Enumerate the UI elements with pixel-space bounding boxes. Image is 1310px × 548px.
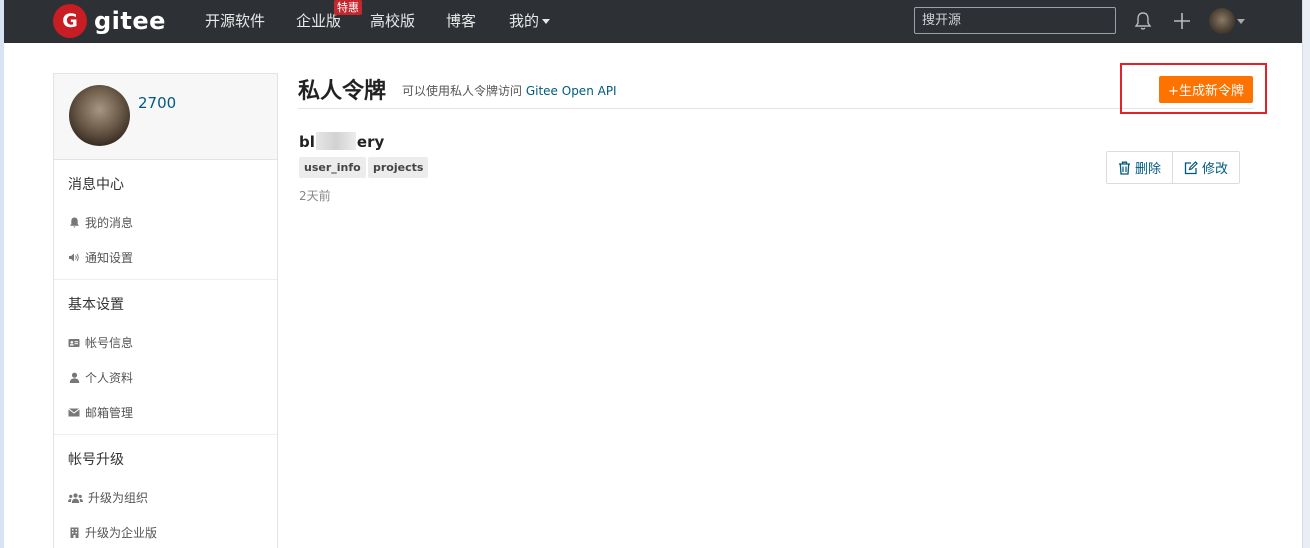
redacted-block xyxy=(315,132,356,150)
profile-card: 2700 xyxy=(54,74,277,160)
envelope-icon xyxy=(68,407,80,419)
section-message-center: 消息中心 我的消息 通知设置 xyxy=(54,160,277,280)
sidebar-item-upgrade-enterprise[interactable]: 升级为企业版 xyxy=(54,515,277,548)
top-navbar: G gitee 开源软件 企业版 特惠 高校版 博客 我的 xyxy=(4,0,1302,43)
settings-sidebar: 2700 消息中心 我的消息 通知设置 基本设置 帐号信息 个人资料 邮箱管理 … xyxy=(53,73,278,548)
logo-text: gitee xyxy=(94,7,166,35)
sidebar-item-account-info[interactable]: 帐号信息 xyxy=(54,325,277,360)
window-left-edge xyxy=(0,0,4,548)
id-card-icon xyxy=(68,337,80,349)
logo-mark-icon: G xyxy=(53,4,87,38)
generate-token-button[interactable]: +生成新令牌 xyxy=(1159,76,1253,103)
delete-button[interactable]: 删除 xyxy=(1107,152,1173,183)
sidebar-item-label: 通知设置 xyxy=(85,251,134,265)
user-avatar[interactable] xyxy=(1209,8,1235,34)
token-name-end: ery xyxy=(356,133,385,151)
subtitle-text: 可以使用私人令牌访问 xyxy=(402,84,526,98)
edit-label: 修改 xyxy=(1202,162,1229,177)
edit-icon xyxy=(1184,160,1198,175)
sidebar-item-label: 个人资料 xyxy=(85,371,134,385)
sidebar-item-label: 升级为企业版 xyxy=(85,526,158,540)
token-actions: 删除 修改 xyxy=(1106,151,1241,184)
open-api-link[interactable]: Gitee Open API xyxy=(526,84,617,98)
building-icon xyxy=(68,527,80,539)
scope-tag: user_info xyxy=(299,157,366,178)
sidebar-item-email-management[interactable]: 邮箱管理 xyxy=(54,395,277,430)
delete-label: 删除 xyxy=(1135,162,1162,177)
sidebar-item-label: 邮箱管理 xyxy=(85,406,134,420)
page-title: 私人令牌 xyxy=(298,79,387,104)
profile-avatar[interactable] xyxy=(69,85,130,146)
users-icon xyxy=(68,492,83,504)
sidebar-item-profile[interactable]: 个人资料 xyxy=(54,360,277,395)
sidebar-item-label: 升级为组织 xyxy=(88,491,149,505)
sidebar-item-upgrade-organization[interactable]: 升级为组织 xyxy=(54,480,277,515)
section-title: 基本设置 xyxy=(68,297,124,313)
scope-tag: projects xyxy=(368,157,429,178)
section-account-upgrade: 帐号升级 升级为组织 升级为企业版 xyxy=(54,435,277,548)
user-icon xyxy=(68,372,80,384)
sidebar-item-my-messages[interactable]: 我的消息 xyxy=(54,205,277,240)
section-title: 消息中心 xyxy=(68,177,124,193)
bell-icon[interactable] xyxy=(1132,10,1154,32)
promo-badge: 特惠 xyxy=(334,0,362,15)
sidebar-item-label: 帐号信息 xyxy=(85,336,134,350)
title-divider xyxy=(298,108,1253,109)
search-input[interactable] xyxy=(914,7,1116,34)
nav-mine[interactable]: 我的 xyxy=(509,11,551,31)
nav-blog[interactable]: 博客 xyxy=(446,11,476,31)
token-created-time: 2天前 xyxy=(299,189,331,203)
gitee-logo[interactable]: G gitee xyxy=(53,4,166,38)
edit-button[interactable]: 修改 xyxy=(1172,152,1240,183)
sidebar-item-notification-settings[interactable]: 通知设置 xyxy=(54,240,277,275)
page-subtitle: 可以使用私人令牌访问 Gitee Open API xyxy=(402,82,617,99)
bell-icon xyxy=(68,217,80,229)
nav-university[interactable]: 高校版 xyxy=(370,11,415,31)
plus-icon[interactable] xyxy=(1171,10,1193,32)
sidebar-item-label: 我的消息 xyxy=(85,216,134,230)
profile-username[interactable]: 2700 xyxy=(138,94,176,112)
section-title: 帐号升级 xyxy=(68,452,124,468)
token-name: bl ery xyxy=(299,132,384,151)
chevron-down-icon xyxy=(542,19,551,24)
nav-open-source[interactable]: 开源软件 xyxy=(205,11,265,31)
section-basic-settings: 基本设置 帐号信息 个人资料 邮箱管理 xyxy=(54,280,277,435)
avatar-chevron-down-icon[interactable] xyxy=(1237,19,1245,24)
nav-mine-label: 我的 xyxy=(509,12,540,30)
speaker-icon xyxy=(68,252,80,264)
trash-icon xyxy=(1118,161,1131,175)
scrollbar-track[interactable] xyxy=(1302,0,1310,548)
token-name-start: bl xyxy=(299,133,315,151)
